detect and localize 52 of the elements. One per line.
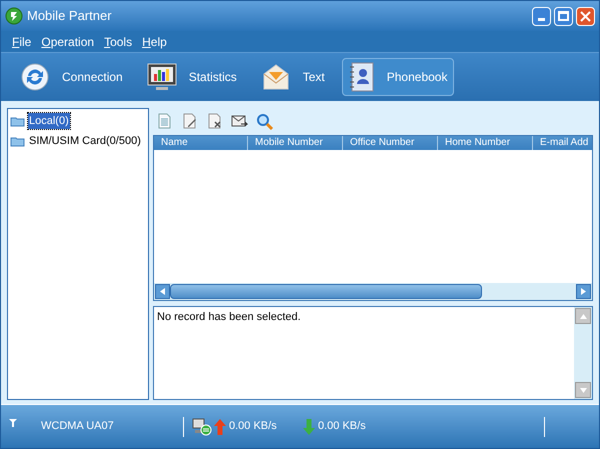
sync-icon	[20, 62, 50, 92]
close-icon	[580, 10, 591, 22]
scrollbar-thumb[interactable]	[170, 284, 482, 299]
network-computer-icon	[192, 418, 212, 436]
scroll-down-button[interactable]	[575, 382, 591, 398]
tree-item[interactable]: Local(0)	[28, 112, 70, 130]
column-header[interactable]: Mobile Number	[248, 136, 343, 150]
toolbar-tab[interactable]: Connection	[13, 58, 130, 96]
download-speed: 0.00 KB/s	[318, 419, 366, 434]
maximize-button[interactable]	[554, 6, 573, 26]
app-logo-icon	[5, 7, 23, 25]
address-book-icon	[348, 62, 375, 92]
window-title: Mobile Partner	[27, 7, 112, 26]
menu-item[interactable]: File	[12, 32, 32, 50]
network-status: WCDMA UA07	[41, 419, 115, 434]
envelope-icon	[260, 62, 291, 92]
toolbar-tab[interactable]: Statistics	[140, 58, 244, 96]
column-header[interactable]: Home Number	[438, 136, 533, 150]
detail-text: No record has been selected.	[156, 310, 302, 325]
toolbar-tab[interactable]: Phonebook	[342, 58, 454, 96]
close-button[interactable]	[576, 6, 595, 26]
scroll-up-button[interactable]	[575, 308, 591, 324]
minimize-button[interactable]	[532, 6, 551, 26]
filter-icon	[9, 418, 17, 426]
upload-speed: 0.00 KB/s	[229, 419, 278, 434]
column-header[interactable]: E-mail Add	[533, 136, 592, 150]
upload-arrow-icon	[214, 418, 226, 434]
maximize-icon	[558, 11, 569, 21]
scroll-right-button[interactable]	[576, 284, 591, 299]
vertical-scrollbar[interactable]	[574, 307, 592, 399]
menu-item[interactable]: Tools	[104, 32, 132, 50]
scroll-left-button[interactable]	[155, 284, 170, 299]
down-arrow-icon	[580, 388, 586, 392]
download-arrow-icon	[303, 418, 315, 434]
folder-icon	[10, 136, 25, 146]
new-document-icon[interactable]	[156, 113, 173, 130]
search-icon[interactable]	[256, 113, 273, 130]
minimize-icon	[538, 18, 545, 20]
toolbar-tab[interactable]: Text	[254, 58, 332, 96]
delete-document-icon[interactable]	[206, 113, 223, 130]
horizontal-scrollbar[interactable]	[154, 283, 592, 300]
menu-item[interactable]: Help	[142, 32, 167, 50]
tree-item[interactable]: SIM/USIM Card(0/500)	[28, 132, 142, 150]
left-arrow-icon	[160, 288, 165, 295]
column-header[interactable]: Name	[154, 136, 248, 150]
edit-document-icon[interactable]	[181, 113, 198, 130]
column-header[interactable]: Office Number	[343, 136, 438, 150]
menu-item[interactable]: Operation	[41, 32, 94, 50]
up-arrow-icon	[580, 314, 586, 318]
folder-icon	[10, 116, 25, 126]
right-arrow-icon	[581, 288, 586, 295]
monitor-chart-icon	[146, 62, 177, 92]
